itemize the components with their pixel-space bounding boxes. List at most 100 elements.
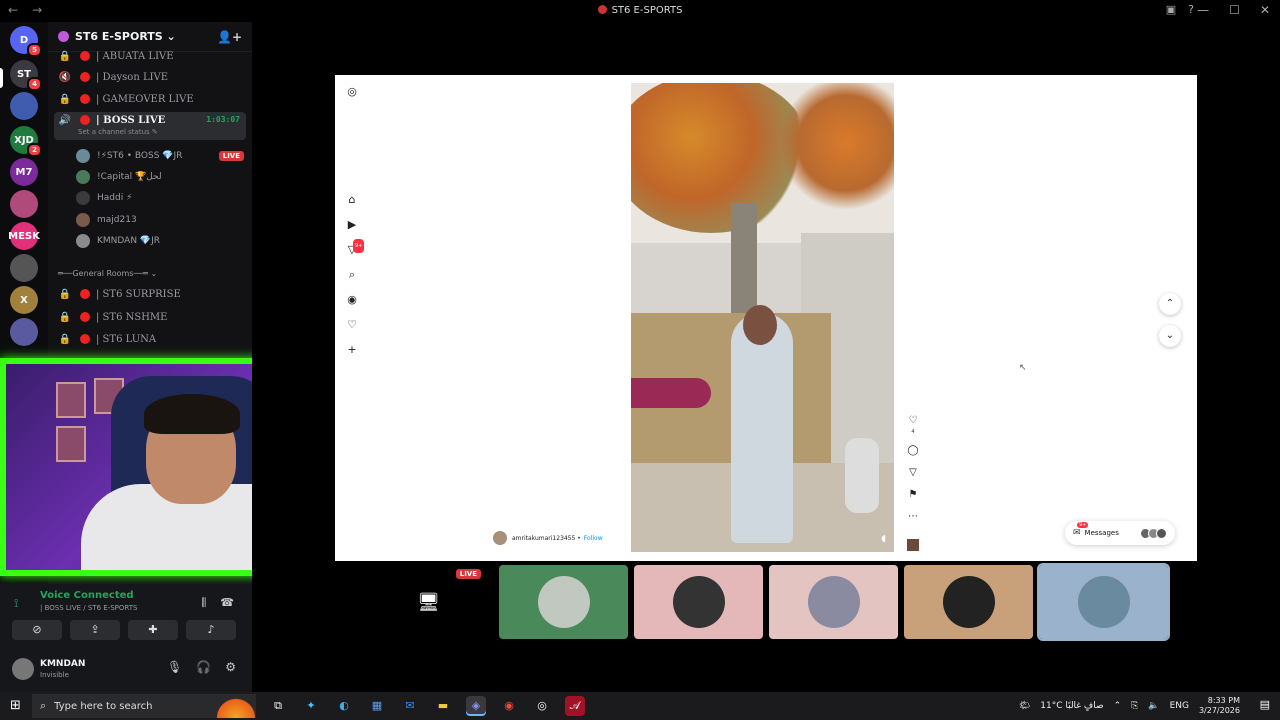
activities-button[interactable]: ✚ (128, 620, 178, 640)
avatar[interactable] (12, 658, 34, 680)
direct-icon[interactable]: ▽ 9+ (345, 239, 365, 257)
avatar (672, 576, 725, 628)
channel-category[interactable]: ═──General Rooms──═ ⌄ (58, 269, 157, 278)
taskbar-search[interactable]: ⌕ Type here to search (32, 694, 256, 718)
participant-tile[interactable] (769, 565, 898, 639)
signal-icon[interactable]: ⟟ (14, 596, 18, 611)
maximize-button[interactable]: ☐ (1229, 3, 1240, 17)
camera-toggle-button[interactable]: ⊘ (12, 620, 62, 640)
screen-share-view[interactable]: ◎ ⌂ ▶ ▽ 9+ ⌕ ◉ ♡ + ◖ ♡ 4 ◯ ▽ ⚑ ⋯ amritak… (335, 75, 1197, 561)
avatar (1077, 576, 1130, 628)
like-heart-icon[interactable]: ♡ (907, 415, 919, 427)
share-icon[interactable]: ▽ (907, 467, 919, 479)
store-icon[interactable]: ▦ (367, 696, 387, 716)
reel-video[interactable]: ◖ (631, 83, 894, 552)
microphone-icon[interactable]: 🎙 (167, 660, 182, 674)
voice-status[interactable]: Voice Connected (40, 590, 134, 601)
server-icon-home[interactable]: D5 (10, 26, 42, 57)
voice-channel[interactable]: 🔇 | Dayson LIVE (54, 67, 246, 87)
active-voice-channel[interactable]: 🔊 | BOSS LIVE 1:03:07 Set a channel statu… (54, 112, 246, 140)
chevron-down-icon[interactable]: ⌄ (1159, 325, 1181, 347)
chevron-up-icon[interactable]: ⌃ (1159, 293, 1181, 315)
copilot-icon[interactable]: ✦ (301, 696, 321, 716)
participant-tile[interactable] (904, 565, 1033, 639)
comment-icon[interactable]: ◯ (907, 445, 919, 457)
screen-share-button[interactable]: ⇪ (70, 620, 120, 640)
file-explorer-icon[interactable]: ▬ (433, 696, 453, 716)
voice-channel[interactable]: 🔒 | ST6 LUNA (54, 329, 246, 349)
home-icon[interactable]: ⌂ (345, 193, 359, 207)
stream-stage: ◎ ⌂ ▶ ▽ 9+ ⌕ ◉ ♡ + ◖ ♡ 4 ◯ ▽ ⚑ ⋯ amritak… (252, 22, 1280, 692)
channel-status[interactable]: Set a channel status ✎ (78, 128, 158, 136)
clock[interactable]: 8:33 PM 3/27/2026 (1199, 696, 1240, 716)
noise-suppression-icon[interactable]: ⫼ (201, 596, 206, 610)
server-icon-st6[interactable]: ST 4 (10, 60, 42, 91)
acrobat-icon[interactable]: 𝒜 (565, 696, 585, 716)
reel-author: amritakumari123455 • Follow (493, 531, 603, 545)
task-view-icon[interactable]: ⧉ (268, 696, 288, 716)
record-dot-icon (80, 312, 90, 322)
username[interactable]: KMNDAN (40, 659, 85, 669)
voice-channel[interactable]: 🔒 | ST6 SURPRISE (54, 284, 246, 304)
participant-tile[interactable] (499, 565, 628, 639)
voice-member[interactable]: majd213 (76, 210, 244, 229)
reels-icon[interactable]: ▶ (345, 218, 359, 232)
notification-center-icon[interactable]: ▤ (1260, 698, 1270, 711)
server-icon[interactable] (10, 254, 38, 282)
title-icons: ▣ ? (1166, 3, 1194, 16)
create-plus-icon[interactable]: + (345, 343, 359, 357)
voice-channel[interactable]: 🔒 | ABUATA LIVE (54, 46, 246, 66)
more-options-icon[interactable]: ⋯ (907, 511, 919, 523)
voice-channel[interactable]: 🔒 | GAMEOVER LIVE (54, 89, 246, 109)
voice-member[interactable]: !Capital 🏆لحل (76, 167, 244, 186)
discord-app-icon[interactable]: ◈ (466, 696, 486, 716)
language-indicator[interactable]: ENG (1170, 701, 1189, 711)
server-icon[interactable]: MESK (8, 222, 40, 250)
voice-member[interactable]: Haddi ⚡ (76, 188, 244, 207)
chrome-icon[interactable]: ◉ (499, 696, 519, 716)
server-icon[interactable] (10, 318, 38, 346)
close-button[interactable]: ✕ (1260, 3, 1270, 17)
server-icon[interactable] (10, 190, 38, 218)
tray-expand-icon[interactable]: ⌃ (1114, 701, 1122, 711)
avatar[interactable] (493, 531, 507, 545)
minimize-button[interactable]: — (1197, 3, 1209, 17)
mail-icon[interactable]: ✉ (400, 696, 420, 716)
weather-text[interactable]: 11°C صافٍ غالبًا (1040, 701, 1103, 711)
voice-member[interactable]: KMNDAN 💎JR (76, 231, 244, 250)
search-icon[interactable]: ⌕ (345, 268, 359, 282)
edge-icon[interactable]: ◐ (334, 696, 354, 716)
server-icon[interactable] (10, 92, 38, 120)
voice-channel-path[interactable]: | BOSS LIVE / ST6 E-SPORTS (40, 604, 137, 612)
audio-thumbnail[interactable] (907, 539, 919, 551)
messages-button[interactable]: ✉ 9+ Messages (1065, 521, 1175, 545)
voice-channel[interactable]: 🔒 | ST6 NSHME (54, 307, 246, 327)
invite-people-icon[interactable]: 👤+ (217, 30, 242, 44)
windows-start-icon[interactable]: ⊞ (10, 698, 21, 713)
heart-icon[interactable]: ♡ (345, 318, 359, 332)
server-icon[interactable]: M7 (10, 158, 38, 186)
message-avatars (1140, 527, 1167, 539)
instagram-logo-icon[interactable]: ◎ (345, 85, 359, 99)
inbox-icon[interactable]: ▣ (1166, 3, 1176, 16)
participant-tile[interactable] (634, 565, 763, 639)
soundboard-button[interactable]: ♪ (186, 620, 236, 640)
save-bookmark-icon[interactable]: ⚑ (907, 489, 919, 501)
screen-share-tile[interactable]: LIVE 🖥 (364, 565, 493, 639)
network-icon[interactable]: ⎘ (1131, 701, 1138, 711)
server-icon[interactable]: X (10, 286, 38, 314)
settings-gear-icon[interactable]: ⚙ (225, 660, 236, 674)
server-icon[interactable]: XJD 2 (10, 126, 42, 157)
volume-icon[interactable]: 🔈 (1148, 701, 1159, 711)
explore-icon[interactable]: ◉ (345, 293, 359, 307)
author-username[interactable]: amritakumari123455 (512, 535, 575, 542)
participant-tile-selected[interactable] (1037, 563, 1170, 641)
voice-member[interactable]: !⚡ST6 • BOSS 💎JR LIVE (76, 146, 244, 165)
mute-icon[interactable]: ◖ (881, 534, 886, 544)
like-count: 4 (911, 429, 915, 435)
help-icon[interactable]: ? (1188, 3, 1194, 16)
follow-link[interactable]: Follow (584, 535, 603, 542)
headphones-icon[interactable]: 🎧 (196, 660, 211, 674)
disconnect-icon[interactable]: ☎ (220, 596, 234, 610)
obs-icon[interactable]: ◎ (532, 696, 552, 716)
